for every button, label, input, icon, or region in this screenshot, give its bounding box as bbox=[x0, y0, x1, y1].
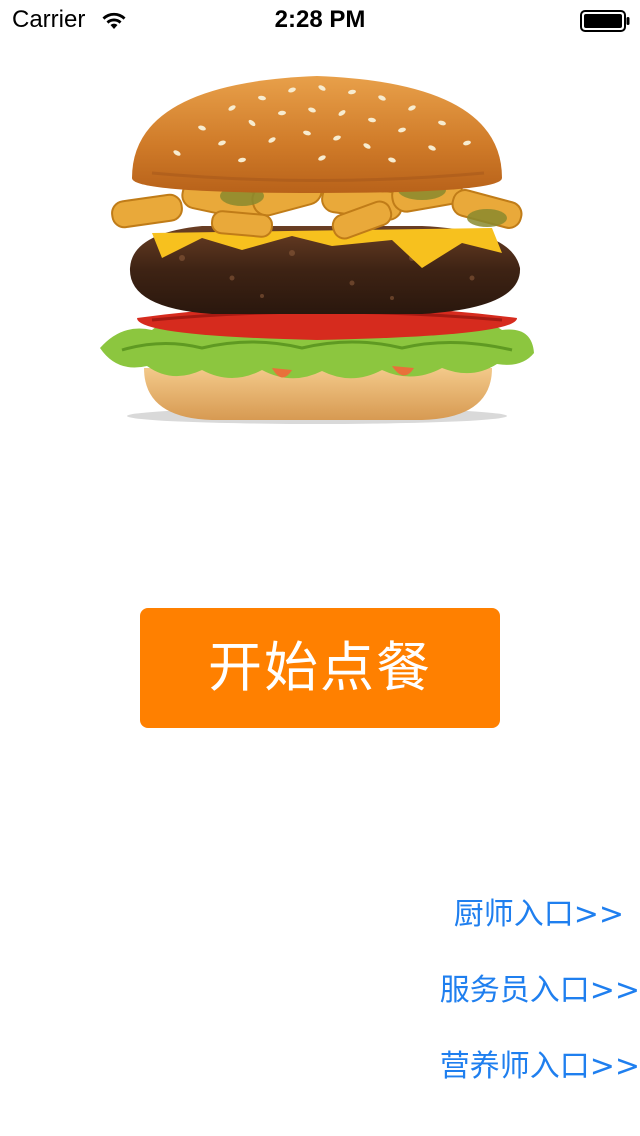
battery-icon bbox=[580, 10, 630, 32]
waiter-entry-link[interactable]: 服务员入口>> bbox=[440, 971, 640, 1011]
status-bar: Carrier 2:28 PM bbox=[0, 0, 640, 40]
status-time: 2:28 PM bbox=[274, 6, 366, 33]
start-order-button[interactable]: 开始点餐 bbox=[140, 608, 500, 728]
nutritionist-entry-link[interactable]: 营养师入口>> bbox=[440, 1047, 640, 1087]
chef-entry-link[interactable]: 厨师入口>> bbox=[454, 895, 624, 935]
hamburger-illustration bbox=[92, 68, 542, 430]
